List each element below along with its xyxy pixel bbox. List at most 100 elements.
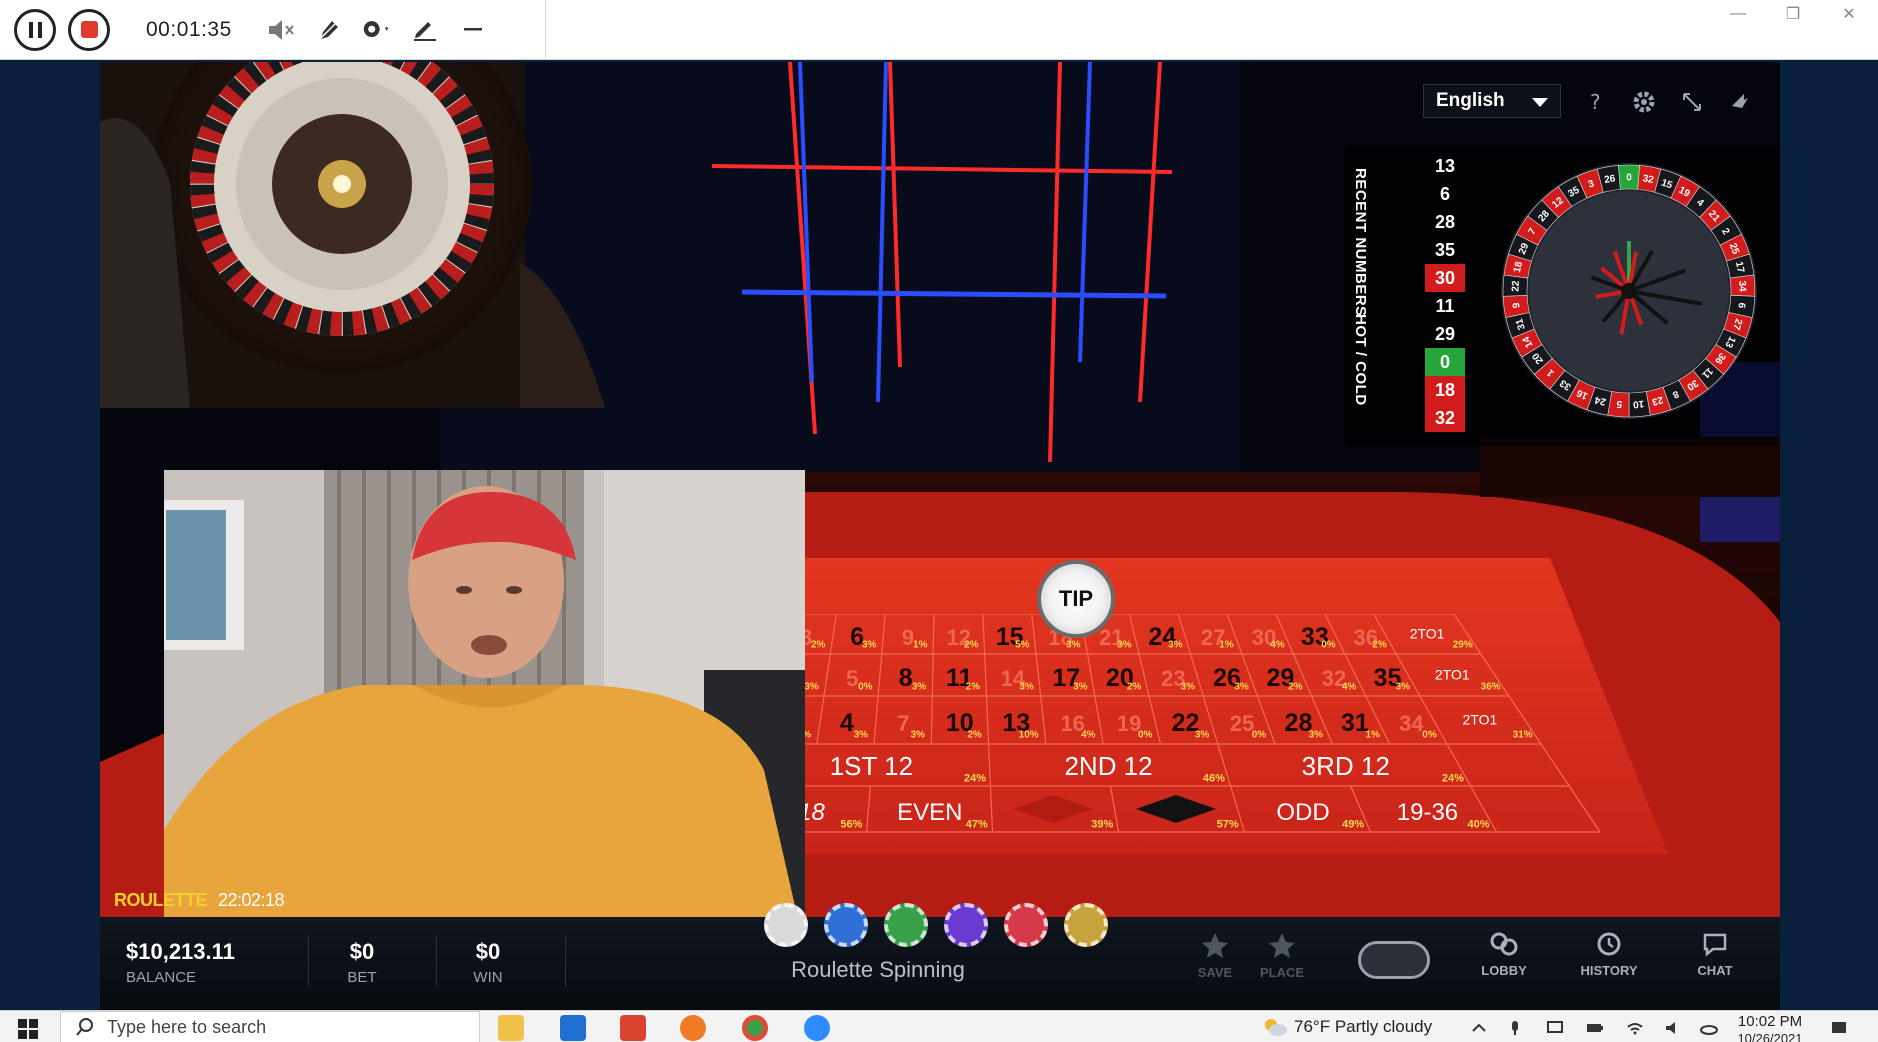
win-label: WIN bbox=[473, 969, 503, 986]
language-dropdown[interactable]: English bbox=[1423, 84, 1561, 118]
help-button[interactable]: ? bbox=[1580, 86, 1612, 118]
outside-bet: ODD bbox=[1276, 799, 1329, 826]
notifications-icon[interactable] bbox=[1830, 1019, 1848, 1037]
tip-button[interactable]: TIP bbox=[1037, 560, 1115, 638]
chevron-down-icon bbox=[1532, 98, 1548, 107]
cell-percent: 2% bbox=[966, 681, 981, 692]
mute-button[interactable] bbox=[266, 15, 296, 45]
wifi-icon[interactable] bbox=[1626, 1019, 1644, 1037]
grid-line bbox=[816, 614, 837, 745]
tab-recent-numbers[interactable]: RECENT NUMBERS bbox=[1352, 168, 1369, 317]
microphone-icon[interactable] bbox=[1506, 1019, 1524, 1037]
window-close-button[interactable]: ✕ bbox=[1834, 4, 1864, 24]
cell-percent: 2% bbox=[811, 639, 826, 650]
chat-button[interactable]: CHAT bbox=[1680, 931, 1750, 978]
grid-line bbox=[1540, 743, 1570, 787]
battery-icon[interactable] bbox=[1586, 1019, 1604, 1037]
mini-wheel: 0 32 1519421225173462713361130823105241633… bbox=[1501, 163, 1757, 419]
grid-line bbox=[988, 743, 992, 787]
chevron-up-icon[interactable] bbox=[1470, 1019, 1488, 1037]
screen: 00:01:35 — ❐ ✕ English ? RECENT NUMBERS … bbox=[0, 0, 1878, 1042]
chip-option[interactable] bbox=[944, 903, 988, 947]
office-icon[interactable] bbox=[620, 1015, 646, 1041]
cell-percent: 3% bbox=[804, 681, 819, 692]
outside-percent: 57% bbox=[1217, 819, 1239, 831]
taskbar-search[interactable]: Type here to search bbox=[60, 1011, 480, 1042]
cell-percent: 3% bbox=[910, 729, 925, 740]
presenter-video bbox=[164, 470, 805, 950]
tab-hot-cold[interactable]: HOT / COLD bbox=[1352, 314, 1369, 406]
wheel-number: 34 bbox=[1736, 280, 1747, 292]
save-button[interactable]: SAVE bbox=[1180, 931, 1250, 980]
clock-time[interactable]: 10:02 PM bbox=[1730, 1013, 1810, 1030]
history-button[interactable]: HISTORY bbox=[1574, 931, 1644, 978]
chrome-icon[interactable] bbox=[742, 1015, 768, 1041]
red-diamond-bet[interactable] bbox=[1012, 795, 1093, 823]
number-cell: 7 bbox=[897, 711, 909, 736]
recent-number: 11 bbox=[1435, 296, 1455, 316]
history-label: HISTORY bbox=[1580, 963, 1638, 978]
pause-button[interactable] bbox=[14, 8, 56, 51]
column-bet-percent: 31% bbox=[1513, 729, 1533, 740]
number-cell: 5 bbox=[846, 666, 858, 691]
firefox-icon[interactable] bbox=[680, 1015, 706, 1041]
chip-option[interactable] bbox=[1004, 903, 1048, 947]
wheel-number: 0 bbox=[1626, 173, 1632, 184]
recent-numbers-list: 13 6 28 35 30 11 29 0 18 32 bbox=[1425, 152, 1465, 432]
clock-date[interactable]: 10/26/2021 bbox=[1730, 1031, 1810, 1042]
weather-widget[interactable]: 76°F Partly cloudy bbox=[1262, 1017, 1432, 1037]
window-restore-button[interactable]: ❐ bbox=[1778, 4, 1808, 24]
onedrive-icon[interactable] bbox=[1700, 1019, 1718, 1037]
outside-percent: 56% bbox=[840, 819, 862, 831]
chip-option[interactable] bbox=[884, 903, 928, 947]
wheel-number: 10 bbox=[1632, 398, 1644, 410]
display-icon[interactable] bbox=[1546, 1019, 1564, 1037]
recorder-minimize-button[interactable] bbox=[458, 15, 488, 45]
cell-percent: 2% bbox=[1288, 681, 1303, 692]
grid-line bbox=[930, 614, 935, 745]
chip-option[interactable] bbox=[764, 903, 808, 947]
cell-percent: 10% bbox=[1019, 729, 1039, 740]
sound-button[interactable] bbox=[1724, 86, 1756, 118]
windows-taskbar: Type here to search 76°F Partly cloudy 1… bbox=[0, 1010, 1878, 1042]
draw-icon bbox=[413, 21, 436, 41]
minimize-icon bbox=[463, 27, 482, 30]
search-placeholder: Type here to search bbox=[107, 1016, 267, 1037]
chip-option[interactable] bbox=[1064, 903, 1108, 947]
mail-icon[interactable] bbox=[560, 1015, 586, 1041]
cell-percent: 2% bbox=[967, 729, 982, 740]
draw-button[interactable] bbox=[410, 15, 440, 45]
cell-percent: 2% bbox=[1127, 681, 1142, 692]
fullscreen-button[interactable] bbox=[1676, 86, 1708, 118]
pen-button[interactable] bbox=[314, 15, 344, 45]
black-diamond-bet[interactable] bbox=[1136, 795, 1217, 823]
file-explorer-icon[interactable] bbox=[498, 1015, 524, 1041]
outside-bet: EVEN bbox=[897, 799, 962, 826]
cell-percent: 3% bbox=[1117, 639, 1132, 650]
bet-value: $0 bbox=[349, 939, 375, 964]
cell-percent: 3% bbox=[1181, 681, 1196, 692]
cell-percent: 3% bbox=[1309, 729, 1324, 740]
grid-line bbox=[865, 785, 872, 833]
recent-number: 0 bbox=[1425, 348, 1465, 376]
stop-button[interactable] bbox=[68, 8, 110, 51]
cell-percent: 1% bbox=[1365, 729, 1380, 740]
grid-line bbox=[873, 614, 886, 745]
lobby-button[interactable]: LOBBY bbox=[1469, 931, 1539, 978]
balance-stat: $10,213.11 BALANCE bbox=[126, 939, 246, 986]
rebet-button[interactable] bbox=[1358, 941, 1430, 979]
chip-option[interactable] bbox=[824, 903, 868, 947]
lobby-label: LOBBY bbox=[1481, 963, 1527, 978]
window-minimize-button[interactable]: — bbox=[1723, 4, 1753, 24]
settings-button[interactable] bbox=[1628, 86, 1660, 118]
cell-percent: 3% bbox=[1019, 681, 1034, 692]
zoom-icon[interactable] bbox=[804, 1015, 830, 1041]
volume-icon[interactable] bbox=[1664, 1019, 1682, 1037]
bet-label: BET bbox=[347, 969, 377, 986]
cell-percent: 0% bbox=[1252, 729, 1267, 740]
webcam-toggle-button[interactable] bbox=[362, 15, 392, 45]
windows-start-icon[interactable] bbox=[18, 1019, 38, 1039]
number-cell: 8 bbox=[899, 664, 913, 692]
place-button[interactable]: PLACE bbox=[1247, 931, 1317, 980]
cell-percent: 3% bbox=[1073, 681, 1088, 692]
